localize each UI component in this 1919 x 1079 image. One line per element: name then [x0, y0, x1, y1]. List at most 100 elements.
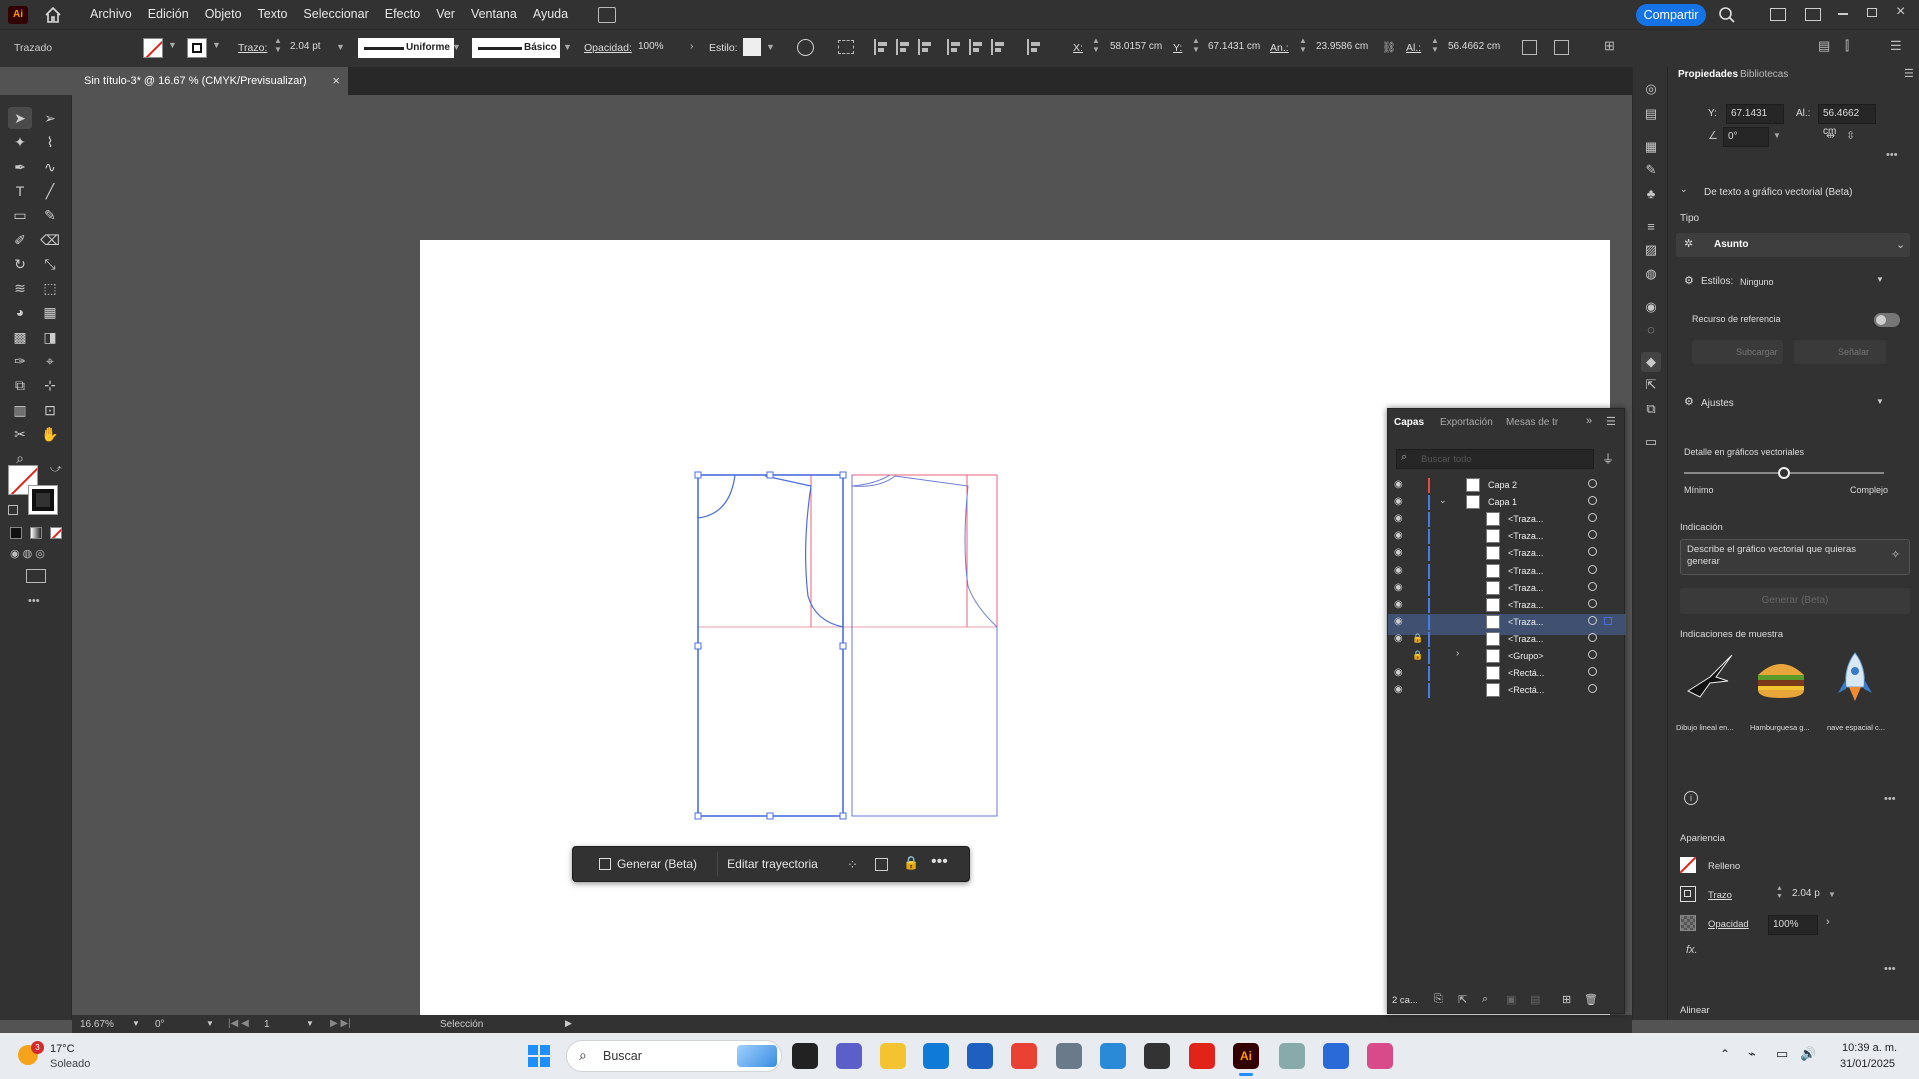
arrange-icon[interactable]: ▤ [1818, 38, 1830, 54]
edge-icon[interactable] [923, 1043, 949, 1069]
new-sublayer-icon[interactable]: ▤ [1530, 993, 1540, 1006]
align-option-icon[interactable] [896, 39, 910, 55]
fill-swatch[interactable] [143, 38, 163, 58]
opacity-label[interactable]: Opacidad [1708, 919, 1749, 930]
magic-wand-icon[interactable]: ✦ [8, 131, 32, 153]
selection-handle[interactable] [694, 812, 702, 820]
type-tool-icon[interactable]: T [8, 180, 32, 202]
right-piece-bounds[interactable] [851, 474, 998, 817]
stroke-weight-field[interactable]: 2.04 p [1788, 885, 1826, 905]
opacity-field[interactable]: 100% [634, 38, 682, 58]
layers-search-input[interactable]: ⌕ Buscar todo [1396, 449, 1594, 469]
layer-name[interactable]: <Traza... [1508, 531, 1543, 541]
more-icon[interactable]: ••• [1884, 963, 1896, 975]
chevron-right-icon[interactable]: › [690, 40, 694, 52]
new-layer-icon[interactable]: ⊞ [1562, 993, 1571, 1006]
layer-item-row[interactable]: ◉ <Rectá... [1388, 682, 1626, 703]
export-icon[interactable]: ⇱ [1458, 993, 1467, 1006]
target-icon[interactable] [1588, 564, 1597, 574]
chevron-down-icon[interactable]: ▼ [452, 42, 461, 52]
direct-selection-tool-icon[interactable]: ➢ [38, 107, 62, 129]
more-icon[interactable]: ••• [931, 853, 948, 871]
stroke-color-swatch[interactable] [28, 485, 58, 515]
rectangle-tool-icon[interactable]: ▭ [8, 204, 32, 226]
eraser-icon[interactable]: ⌫ [38, 229, 62, 251]
chevron-right-icon[interactable]: › [1826, 916, 1830, 928]
chevron-down-icon[interactable]: ▼ [766, 42, 775, 52]
isolate-icon[interactable] [1554, 40, 1569, 55]
width-label[interactable]: An.: [1270, 42, 1289, 54]
layer-name[interactable]: <Grupo> [1508, 651, 1544, 661]
menu-seleccionar[interactable]: Seleccionar [295, 0, 376, 29]
line-tool-icon[interactable]: ╱ [38, 180, 62, 202]
layer-name[interactable]: <Traza... [1508, 514, 1543, 524]
properties-icon[interactable]: ◎ [1641, 79, 1661, 99]
x-position-field[interactable]: 58.0157 cm [1106, 38, 1168, 58]
chevron-down-icon[interactable]: ▼ [168, 40, 177, 50]
more-icon[interactable]: ••• [1884, 793, 1896, 805]
width-field[interactable]: 23.9586 cm [1312, 38, 1374, 58]
selection-handle[interactable] [766, 812, 774, 820]
graphic-styles-icon[interactable]: ◌ [1641, 320, 1661, 340]
gradient-mode-icon[interactable] [30, 527, 42, 539]
illustrator-logo[interactable]: Ai [8, 5, 28, 24]
tab-properties[interactable]: Propiedades [1678, 69, 1738, 80]
visibility-eye-icon[interactable]: ◉ [1394, 530, 1403, 541]
blend-tool-icon[interactable]: ⧉ [8, 374, 32, 396]
menu-ayuda[interactable]: Ayuda [525, 0, 576, 29]
front-piece-outline[interactable] [697, 474, 844, 628]
target-icon[interactable] [1588, 547, 1597, 557]
swap-colors-icon[interactable]: ⤻ [50, 463, 62, 476]
comments-icon[interactable]: ▭ [1641, 432, 1661, 452]
x-label[interactable]: X: [1073, 42, 1083, 54]
duplicate-icon[interactable] [875, 858, 888, 871]
slice-tool-icon[interactable]: ✂ [8, 423, 32, 445]
clock-date[interactable]: 31/01/2025 [1840, 1058, 1895, 1070]
chevron-down-icon[interactable]: ▼ [132, 1019, 140, 1028]
zoom-field[interactable]: 16.67% [80, 1019, 114, 1030]
rotation-field[interactable]: 0° [155, 1019, 165, 1030]
stroke-panel-icon[interactable]: ≡ [1641, 217, 1661, 237]
chevron-right-icon[interactable]: › [1456, 648, 1459, 659]
reference-asset-toggle[interactable] [1874, 313, 1900, 327]
y-field[interactable]: 67.1431 cm [1726, 104, 1784, 137]
expand-panel-icon[interactable]: » [1586, 415, 1592, 427]
warp-tool-icon[interactable]: ≋ [8, 277, 32, 299]
menu-ventana[interactable]: Ventana [463, 0, 525, 29]
volume-icon[interactable]: 🔊 [1800, 1046, 1816, 1062]
arrange-docs-icon[interactable] [598, 6, 617, 23]
chevron-up-icon[interactable]: ⌃ [1720, 1047, 1730, 1061]
recolor-icon[interactable] [797, 39, 814, 56]
gradient-icon[interactable]: ▨ [1641, 240, 1661, 260]
menu-archivo[interactable]: Archivo [82, 0, 140, 29]
mesh-tool-icon[interactable]: ▩ [8, 326, 32, 348]
sample-prompt-bird[interactable] [1680, 647, 1740, 707]
layer-name[interactable]: <Traza... [1508, 548, 1543, 558]
panel-layout-icon[interactable] [1805, 8, 1821, 21]
symbol-sprayer-icon[interactable]: ⊹ [38, 374, 62, 396]
brush-definition-dropdown[interactable]: Básico [472, 38, 560, 58]
artboard-tool-icon[interactable]: ⊡ [38, 399, 62, 421]
swatches-icon[interactable]: ▦ [1641, 137, 1661, 157]
selection-handle[interactable] [839, 642, 847, 650]
generate-beta-button[interactable]: Generar (Beta) [1680, 588, 1910, 614]
align-option-icon[interactable] [1027, 39, 1041, 55]
target-icon[interactable] [1588, 684, 1597, 694]
selection-handle[interactable] [839, 471, 847, 479]
app2-icon[interactable] [1323, 1043, 1349, 1069]
default-colors-icon[interactable] [8, 505, 18, 515]
export-asset-icon[interactable]: ⇱ [1641, 375, 1661, 395]
stepper-icon[interactable]: ▲ ▼ [1092, 36, 1100, 54]
artboards-icon[interactable]: ⧉ [1641, 399, 1661, 419]
shaper-tool-icon[interactable]: ✐ [8, 229, 32, 251]
teams-icon[interactable] [836, 1043, 862, 1069]
share-button[interactable]: Compartir [1636, 4, 1706, 26]
free-transform-icon[interactable]: ⬚ [38, 277, 62, 299]
more-tools-icon[interactable]: ••• [28, 595, 40, 607]
layer-name[interactable]: <Traza... [1508, 566, 1543, 576]
opacity-label[interactable]: Opacidad: [584, 42, 632, 54]
shape-builder-icon[interactable]: ◕ [8, 301, 32, 323]
crop-icon[interactable] [1522, 40, 1537, 55]
visibility-eye-icon[interactable]: ◉ [1394, 616, 1403, 627]
stepper-icon[interactable]: ▲ ▼ [274, 36, 282, 54]
